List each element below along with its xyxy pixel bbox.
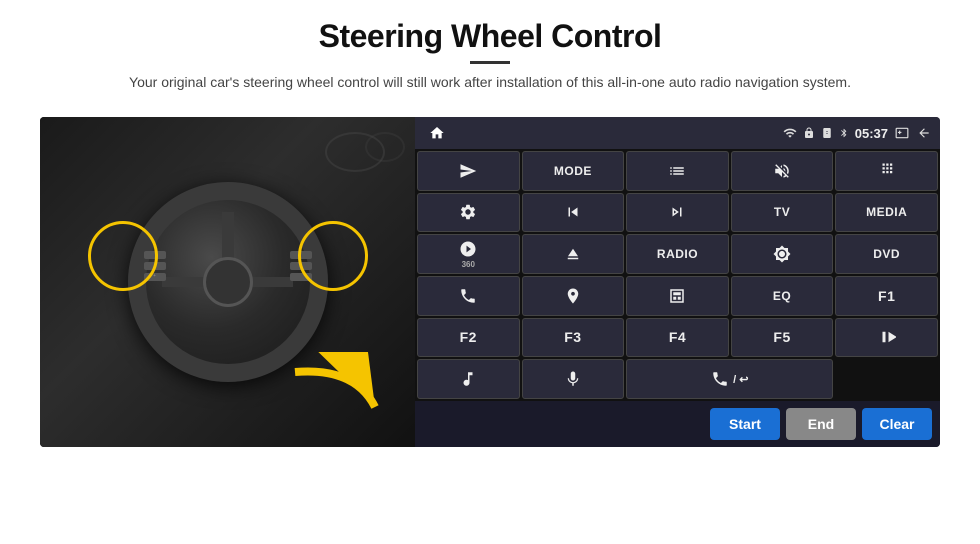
start-button[interactable]: Start	[710, 408, 780, 440]
page-title: Steering Wheel Control	[129, 18, 851, 55]
f4-button[interactable]: F4	[626, 318, 729, 358]
steering-wheel-section: +	[40, 117, 415, 447]
f3-button[interactable]: F3	[522, 318, 625, 358]
call-button[interactable]: / ↩	[626, 359, 833, 399]
steering-wheel-image: +	[40, 117, 415, 447]
music-button[interactable]	[417, 359, 520, 399]
rewind-button[interactable]	[522, 193, 625, 233]
fastforward-button[interactable]	[626, 193, 729, 233]
settings-button[interactable]	[417, 193, 520, 233]
bluetooth-icon	[839, 126, 849, 140]
status-bar: 05:37	[415, 117, 940, 149]
home-button[interactable]	[423, 119, 451, 147]
highlight-left	[88, 221, 158, 291]
dvd-button[interactable]: DVD	[835, 234, 938, 274]
screen-icon	[894, 126, 910, 140]
playpause-button[interactable]	[835, 318, 938, 358]
tv-button[interactable]: TV	[731, 193, 834, 233]
send-button[interactable]	[417, 151, 520, 191]
page-subtitle: Your original car's steering wheel contr…	[129, 72, 851, 93]
grid-button[interactable]	[835, 151, 938, 191]
title-divider	[470, 61, 510, 64]
radio-button[interactable]: RADIO	[626, 234, 729, 274]
control-panel: 05:37 MODE	[415, 117, 940, 447]
f5-button[interactable]: F5	[731, 318, 834, 358]
status-bar-right: 05:37	[783, 126, 932, 141]
arrow-icon	[275, 352, 405, 437]
lock-icon	[803, 126, 815, 140]
wifi-icon	[783, 126, 797, 140]
title-section: Steering Wheel Control Your original car…	[129, 18, 851, 93]
button-grid: MODE TV	[415, 149, 940, 401]
mode-button[interactable]: MODE	[522, 151, 625, 191]
mic-button[interactable]	[522, 359, 625, 399]
media-button[interactable]: MEDIA	[835, 193, 938, 233]
time-display: 05:37	[855, 126, 888, 141]
status-bar-left	[423, 119, 451, 147]
f1-button[interactable]: F1	[835, 276, 938, 316]
f2-button[interactable]: F2	[417, 318, 520, 358]
sim-icon	[821, 126, 833, 140]
eject-button[interactable]	[522, 234, 625, 274]
window-button[interactable]	[626, 276, 729, 316]
eq-button[interactable]: EQ	[731, 276, 834, 316]
cam360-button[interactable]: 360	[417, 234, 520, 274]
clear-button[interactable]: Clear	[862, 408, 932, 440]
gps-button[interactable]	[522, 276, 625, 316]
brightness-button[interactable]	[731, 234, 834, 274]
highlight-right	[298, 221, 368, 291]
phone-button[interactable]	[417, 276, 520, 316]
back-icon[interactable]	[916, 126, 932, 140]
mute-button[interactable]	[731, 151, 834, 191]
wheel-hub	[203, 257, 253, 307]
content-area: +	[40, 117, 940, 447]
action-bar: Start End Clear	[415, 401, 940, 447]
end-button[interactable]: End	[786, 408, 856, 440]
page-container: Steering Wheel Control Your original car…	[0, 0, 980, 544]
list-button[interactable]	[626, 151, 729, 191]
